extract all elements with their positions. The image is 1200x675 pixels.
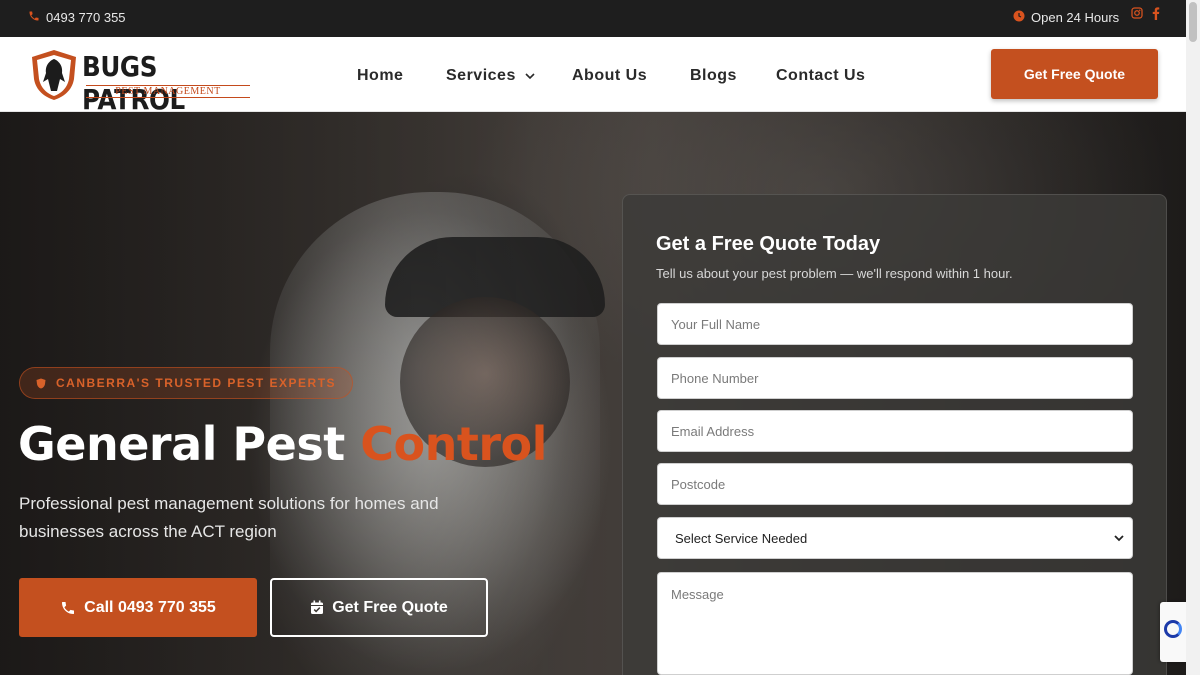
chevron-down-icon bbox=[1114, 535, 1124, 542]
header-quote-button[interactable]: Get Free Quote bbox=[991, 49, 1158, 99]
hero-section: CANBERRA'S TRUSTED PEST EXPERTS General … bbox=[0, 112, 1186, 675]
form-subtitle: Tell us about your pest problem — we'll … bbox=[656, 266, 1013, 281]
hero-quote-button[interactable]: Get Free Quote bbox=[270, 578, 488, 637]
form-title: Get a Free Quote Today bbox=[656, 233, 881, 255]
call-button-label: Call 0493 770 355 bbox=[84, 598, 216, 616]
postcode-input[interactable]: Postcode bbox=[657, 463, 1133, 505]
topbar-phone[interactable]: 0493 770 355 bbox=[28, 10, 126, 25]
service-select[interactable]: Select Service Needed bbox=[657, 517, 1133, 559]
clock-icon bbox=[1013, 10, 1025, 25]
chevron-down-icon bbox=[525, 73, 535, 80]
hero-badge-text: CANBERRA'S TRUSTED PEST EXPERTS bbox=[56, 376, 337, 390]
nav-contact[interactable]: Contact Us bbox=[776, 67, 865, 85]
phone-icon bbox=[62, 601, 75, 614]
calendar-check-icon bbox=[311, 600, 324, 614]
hero-quote-button-label: Get Free Quote bbox=[332, 598, 448, 616]
hero-title-accent: Control bbox=[360, 417, 547, 471]
shield-icon bbox=[36, 378, 46, 388]
full-name-input[interactable]: Your Full Name bbox=[657, 303, 1133, 345]
nav-about[interactable]: About Us bbox=[572, 67, 647, 85]
quote-form-card: Get a Free Quote Today Tell us about you… bbox=[622, 194, 1167, 675]
top-bar: 0493 770 355 Open 24 Hours bbox=[0, 0, 1186, 37]
recaptcha-badge[interactable] bbox=[1160, 602, 1186, 662]
email-input[interactable]: Email Address bbox=[657, 410, 1133, 452]
phone-icon bbox=[28, 10, 40, 25]
instagram-icon[interactable] bbox=[1131, 7, 1143, 23]
hero-title: General Pest Control bbox=[18, 417, 547, 471]
facebook-icon[interactable] bbox=[1151, 7, 1161, 23]
phone-input[interactable]: Phone Number bbox=[657, 357, 1133, 399]
page-scrollbar[interactable] bbox=[1186, 0, 1200, 675]
scrollbar-thumb[interactable] bbox=[1189, 2, 1197, 42]
hero-badge: CANBERRA'S TRUSTED PEST EXPERTS bbox=[19, 367, 354, 399]
call-button[interactable]: Call 0493 770 355 bbox=[19, 578, 257, 637]
social-links bbox=[1131, 7, 1161, 23]
nav-services[interactable]: Services bbox=[446, 67, 535, 85]
message-textarea[interactable]: Message bbox=[657, 572, 1133, 675]
recaptcha-icon bbox=[1164, 620, 1182, 638]
logo-brand-text: BUGS PATROL bbox=[82, 50, 185, 116]
topbar-hours-text: Open 24 Hours bbox=[1031, 10, 1120, 25]
topbar-hours: Open 24 Hours bbox=[1013, 10, 1119, 25]
logo-sub-text: PEST MANAGEMENT bbox=[86, 85, 250, 98]
shield-logo-icon bbox=[32, 50, 76, 100]
topbar-phone-text: 0493 770 355 bbox=[46, 10, 126, 25]
hero-description: Professional pest management solutions f… bbox=[19, 494, 439, 541]
site-header: BUGS PATROL PEST MANAGEMENT Home Service… bbox=[0, 37, 1186, 116]
nav-services-label: Services bbox=[446, 67, 516, 84]
site-logo[interactable]: BUGS PATROL PEST MANAGEMENT bbox=[30, 47, 255, 116]
hero-title-main: General Pest bbox=[18, 417, 345, 471]
service-select-value: Select Service Needed bbox=[675, 530, 808, 546]
nav-blogs[interactable]: Blogs bbox=[690, 67, 737, 85]
nav-home[interactable]: Home bbox=[357, 67, 403, 85]
